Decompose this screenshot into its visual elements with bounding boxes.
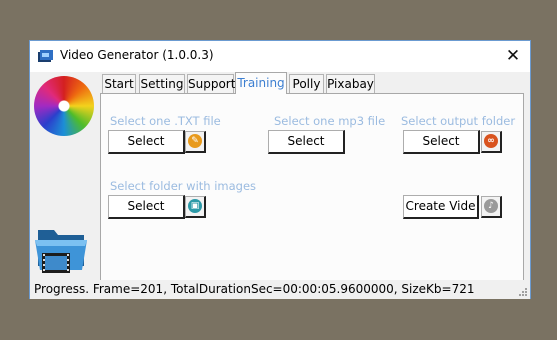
video-folder-icon [35, 230, 87, 273]
status-bar: Progress. Frame=201, TotalDurationSec=00… [30, 280, 530, 299]
close-icon: ✕ [505, 46, 521, 66]
window-title: Video Generator (1.0.0.3) [60, 48, 214, 62]
tab-pixabay[interactable]: Pixabay [326, 74, 375, 93]
close-button[interactable]: ✕ [496, 41, 530, 72]
output-folder-label: Select output folder [401, 114, 516, 128]
txt-file-label: Select one .TXT file [110, 114, 221, 128]
link-icon: ∞ [484, 134, 498, 148]
swirl-logo [34, 76, 94, 136]
resize-grip-icon[interactable] [517, 286, 527, 296]
music-note-icon: ♪ [484, 199, 498, 213]
open-output-button[interactable]: ∞ [481, 131, 502, 153]
select-images-button[interactable]: Select [108, 195, 185, 219]
app-window: Video Generator (1.0.0.3) ✕ Start Settin… [29, 40, 531, 299]
mp3-file-label: Select one mp3 file [274, 114, 386, 128]
open-images-button[interactable]: ▣ [185, 196, 206, 218]
tab-start[interactable]: Start [102, 74, 136, 93]
tab-support[interactable]: Support [187, 74, 235, 93]
pencil-icon: ✎ [188, 134, 202, 148]
select-mp3-button[interactable]: Select [268, 130, 345, 154]
training-panel: Select one .TXT file Select ✎ Select one… [100, 93, 524, 282]
image-folder-icon: ▣ [188, 199, 202, 213]
create-video-button[interactable]: Create Vide [403, 195, 479, 219]
status-text: Progress. Frame=201, TotalDurationSec=00… [34, 282, 475, 296]
tab-polly[interactable]: Polly [289, 74, 324, 93]
edit-txt-button[interactable]: ✎ [185, 131, 206, 153]
app-icon [38, 50, 53, 62]
images-folder-label: Select folder with images [110, 179, 257, 193]
select-output-button[interactable]: Select [403, 130, 480, 154]
select-txt-button[interactable]: Select [108, 130, 185, 154]
audio-button[interactable]: ♪ [481, 196, 502, 218]
tab-setting[interactable]: Setting [139, 74, 185, 93]
title-bar[interactable]: Video Generator (1.0.0.3) ✕ [30, 41, 530, 72]
side-panel [30, 72, 98, 282]
tab-training[interactable]: Training [235, 72, 287, 94]
